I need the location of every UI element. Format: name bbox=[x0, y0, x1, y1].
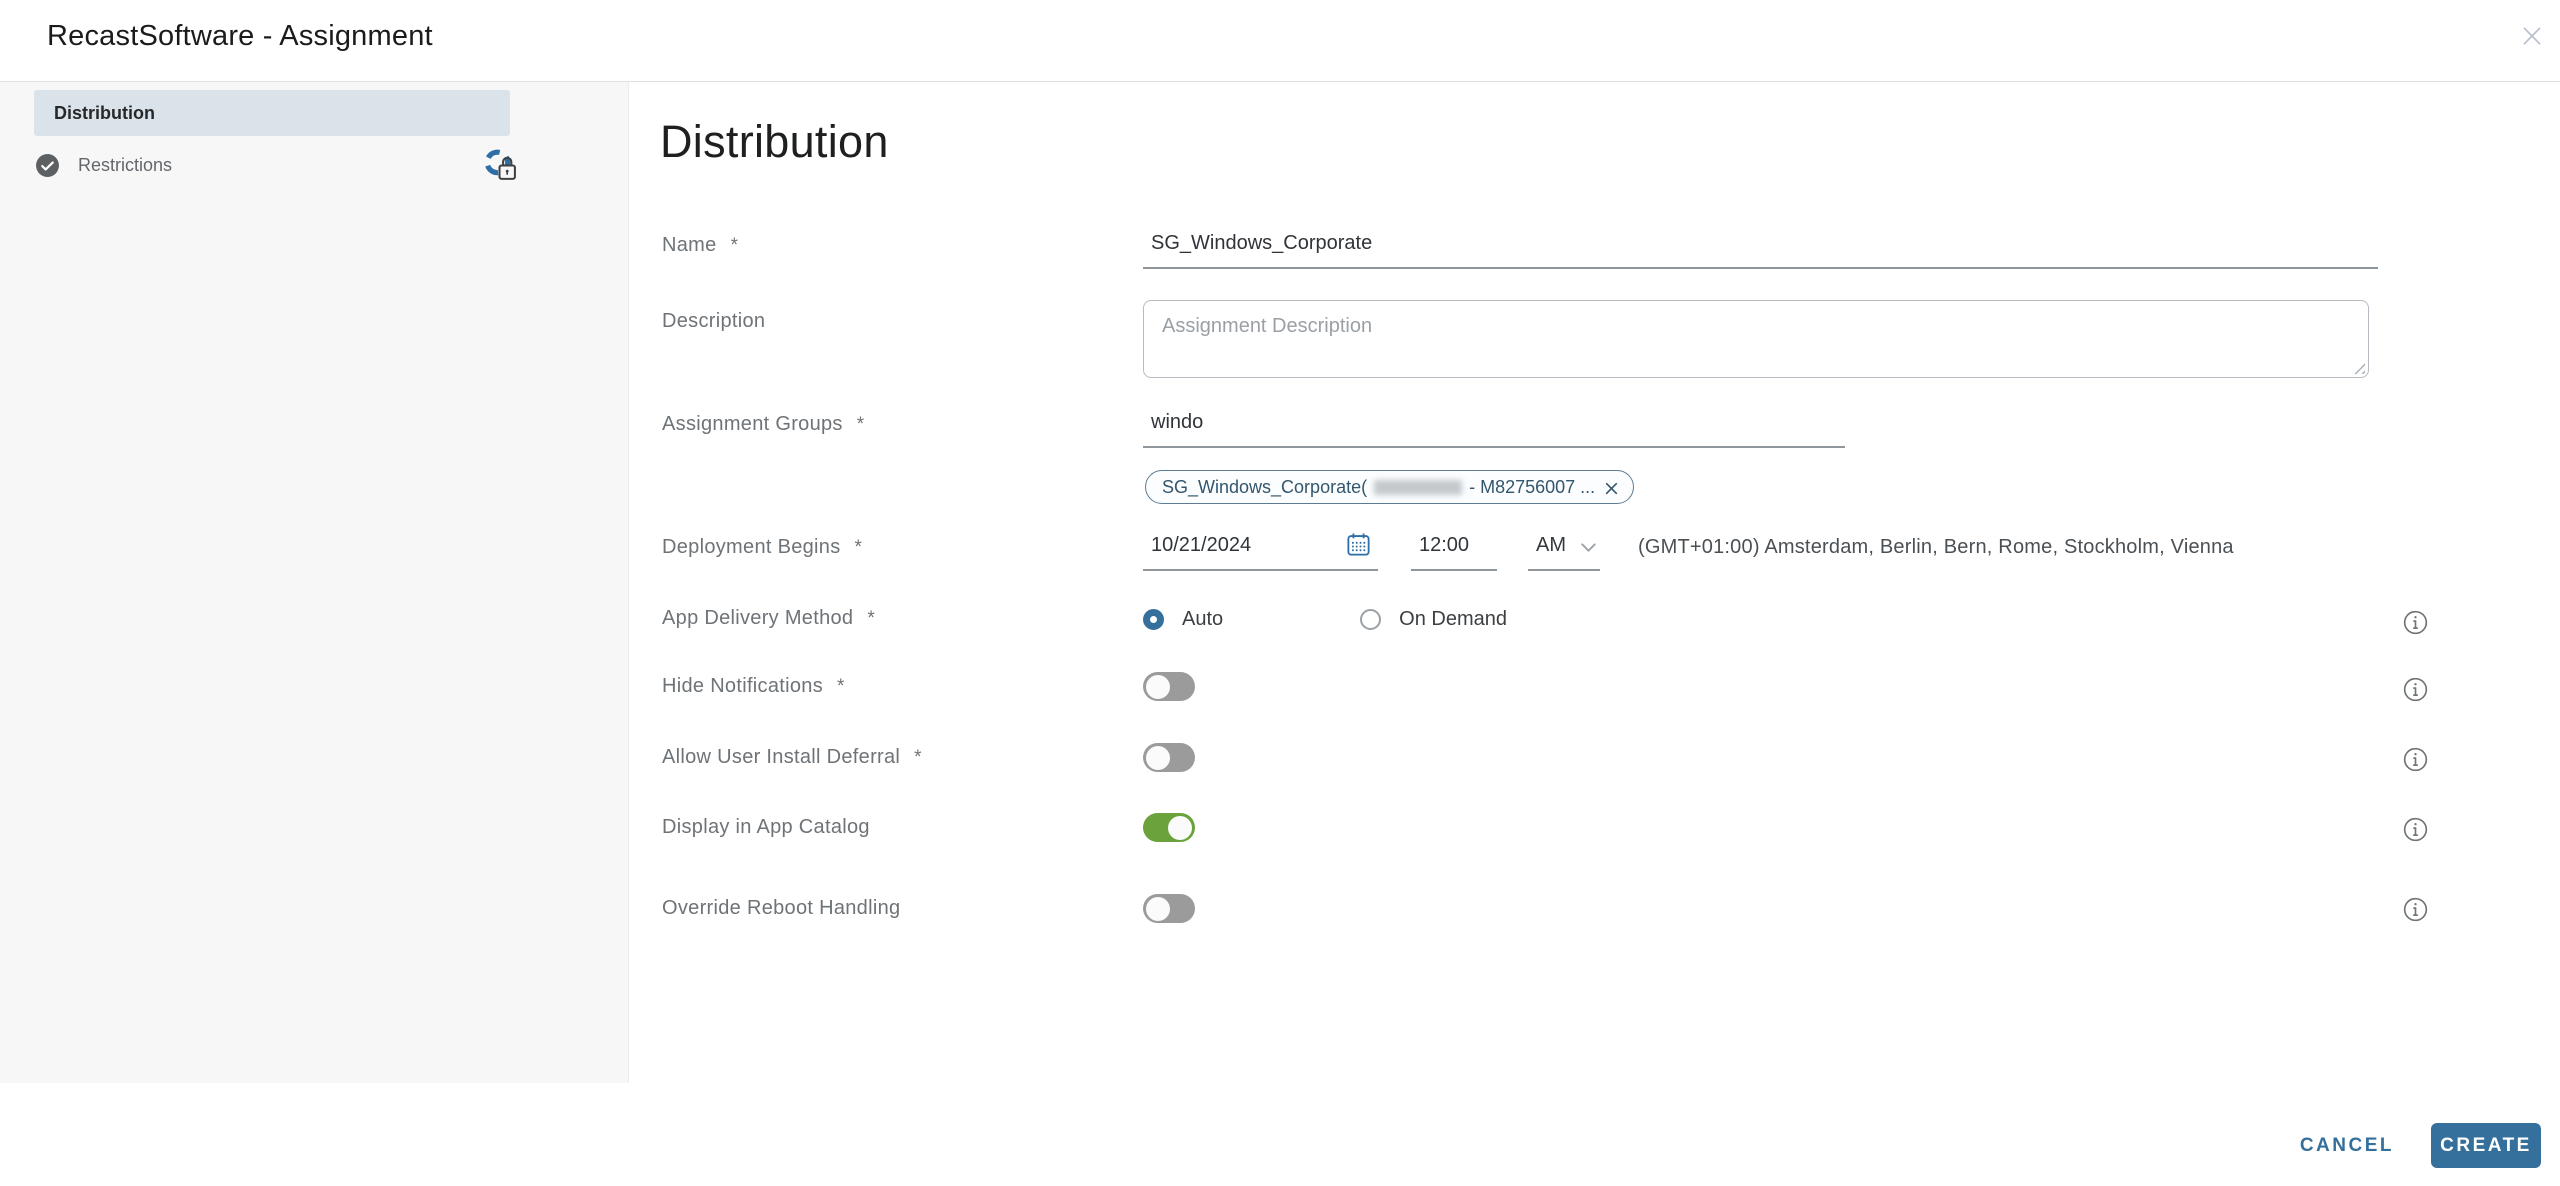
description-label: Description bbox=[662, 310, 766, 332]
toggle-knob bbox=[1146, 896, 1170, 921]
override-reboot-handling-field-row: Override Reboot Handling bbox=[662, 894, 2560, 923]
wizard-step-sidebar: Distribution Restrictions bbox=[0, 82, 629, 1083]
display-in-app-catalog-field-row: Display in App Catalog bbox=[662, 813, 2560, 842]
toggle-knob bbox=[1168, 815, 1192, 840]
chip-redacted-segment bbox=[1374, 479, 1463, 495]
page-title: Distribution bbox=[660, 116, 889, 167]
assignment-groups-label: Assignment Groups * bbox=[662, 413, 865, 435]
assignment-groups-field-row: Assignment Groups* SG_Windows_Corporate(… bbox=[662, 411, 2560, 504]
calendar-icon[interactable] bbox=[1345, 531, 1372, 558]
deployment-begins-field-row: Deployment Begins * 10/21/2024 12:00 AM … bbox=[662, 531, 2560, 571]
allow-user-install-deferral-label: Allow User Install Deferral * bbox=[662, 746, 922, 768]
dialog-title: RecastSoftware - Assignment bbox=[47, 20, 433, 52]
app-delivery-method-label: App Delivery Method * bbox=[662, 607, 876, 629]
radio-on-demand[interactable] bbox=[1360, 608, 1382, 630]
meridiem-select[interactable]: AM bbox=[1528, 534, 1600, 571]
deployment-date-input[interactable] bbox=[1143, 534, 1378, 571]
distribution-form-panel: Distribution Name* Description bbox=[629, 82, 2560, 1083]
sync-lock-icon bbox=[481, 147, 518, 184]
radio-auto-label: Auto bbox=[1182, 607, 1224, 630]
radio-auto[interactable] bbox=[1143, 608, 1164, 630]
deployment-begins-label: Deployment Begins * bbox=[662, 536, 863, 558]
dialog-titlebar: RecastSoftware - Assignment bbox=[0, 0, 2560, 82]
required-marker: * bbox=[854, 537, 863, 558]
description-field-row: Description bbox=[662, 300, 2560, 378]
chip-remove-icon[interactable] bbox=[1604, 480, 1619, 495]
toggle-knob bbox=[1146, 674, 1170, 699]
override-reboot-handling-label: Override Reboot Handling bbox=[662, 897, 901, 919]
sidebar-item-label: Restrictions bbox=[78, 154, 173, 175]
chip-label-suffix: - M82756007 ... bbox=[1469, 476, 1596, 497]
required-marker: * bbox=[730, 235, 739, 256]
required-marker: * bbox=[837, 676, 845, 697]
app-delivery-method-field-row: App Delivery Method * Auto On Demand bbox=[662, 605, 2560, 633]
sidebar-item-distribution[interactable]: Distribution bbox=[34, 90, 510, 136]
assignment-group-chip[interactable]: SG_Windows_Corporate( - M82756007 ... bbox=[1145, 470, 1635, 504]
sidebar-item-restrictions[interactable]: Restrictions bbox=[34, 142, 516, 188]
override-reboot-handling-toggle[interactable] bbox=[1143, 894, 1195, 923]
radio-on-demand-label: On Demand bbox=[1399, 607, 1507, 630]
hide-notifications-toggle[interactable] bbox=[1143, 672, 1195, 701]
chevron-down-icon bbox=[1581, 543, 1596, 552]
dialog-footer: CANCEL CREATE bbox=[2300, 1123, 2541, 1168]
description-textarea[interactable] bbox=[1143, 300, 2369, 378]
check-circle-icon bbox=[35, 153, 60, 178]
hide-notifications-label: Hide Notifications * bbox=[662, 675, 845, 697]
info-icon[interactable] bbox=[2403, 817, 2428, 842]
meridiem-value: AM bbox=[1536, 534, 1566, 556]
info-icon[interactable] bbox=[2403, 610, 2428, 635]
timezone-text: (GMT+01:00) Amsterdam, Berlin, Bern, Rom… bbox=[1638, 536, 2234, 558]
deployment-time-input[interactable] bbox=[1411, 534, 1497, 571]
chip-label-prefix: SG_Windows_Corporate( bbox=[1162, 476, 1368, 497]
required-marker: * bbox=[914, 747, 922, 768]
allow-user-install-deferral-field-row: Allow User Install Deferral * bbox=[662, 743, 2560, 772]
name-field-row: Name * bbox=[662, 232, 2560, 269]
info-icon[interactable] bbox=[2403, 677, 2428, 702]
info-icon[interactable] bbox=[2403, 897, 2428, 922]
cancel-button[interactable]: CANCEL bbox=[2300, 1135, 2394, 1157]
close-icon[interactable] bbox=[2518, 22, 2546, 50]
toggle-knob bbox=[1146, 745, 1170, 770]
display-in-app-catalog-toggle[interactable] bbox=[1143, 813, 1195, 842]
required-marker: * bbox=[856, 414, 865, 435]
hide-notifications-field-row: Hide Notifications * bbox=[662, 672, 2560, 701]
name-label: Name * bbox=[662, 234, 739, 256]
sidebar-item-label: Distribution bbox=[54, 103, 155, 123]
assignment-groups-input[interactable] bbox=[1143, 411, 1845, 448]
info-icon[interactable] bbox=[2403, 747, 2428, 772]
create-button[interactable]: CREATE bbox=[2431, 1123, 2541, 1168]
display-in-app-catalog-label: Display in App Catalog bbox=[662, 816, 870, 838]
name-input[interactable] bbox=[1143, 232, 2378, 269]
allow-user-install-deferral-toggle[interactable] bbox=[1143, 743, 1195, 772]
required-marker: * bbox=[867, 608, 876, 629]
